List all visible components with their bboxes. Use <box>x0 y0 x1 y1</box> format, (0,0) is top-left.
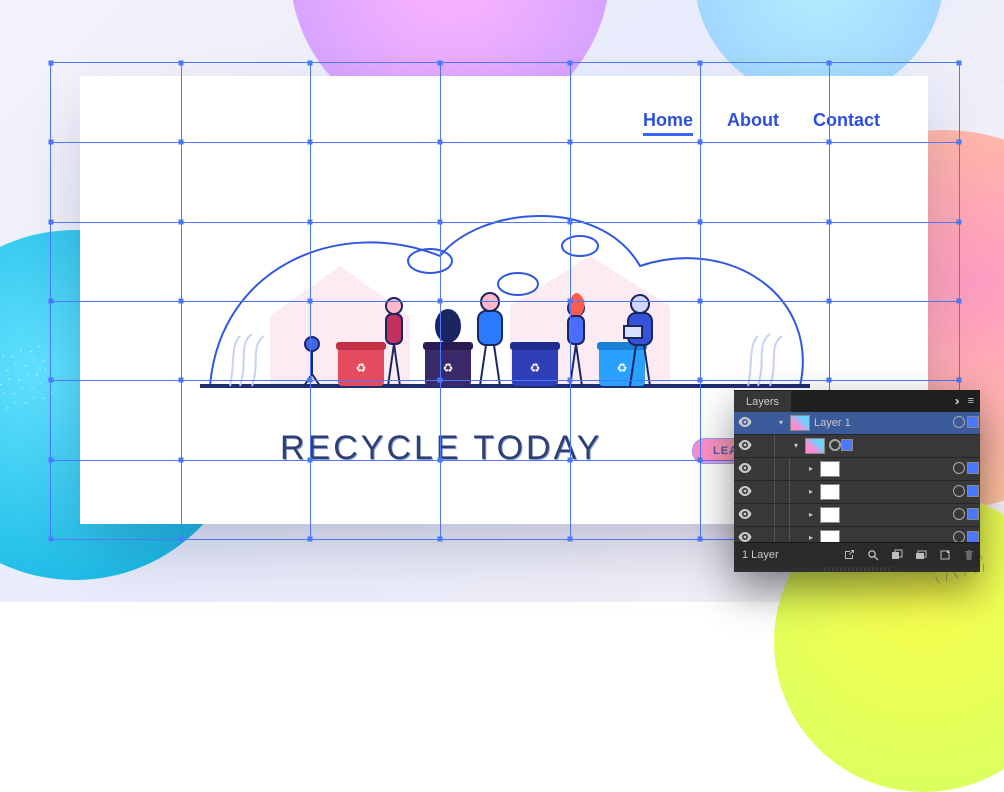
layer-name[interactable] <box>829 439 980 454</box>
export-icon[interactable] <box>842 548 856 562</box>
target-icon[interactable] <box>952 416 966 431</box>
selection-indicator[interactable] <box>966 416 980 431</box>
layers-panel[interactable]: Layers ›› ≡ ▾ Layer 1 ▾ ▸ ▸ ▸ ▸ 1 Layer <box>734 390 980 572</box>
target-icon[interactable] <box>952 485 966 500</box>
layer-thumbnail[interactable] <box>820 507 840 523</box>
target-icon[interactable] <box>829 442 841 454</box>
layer-row[interactable]: ▸ <box>734 458 980 481</box>
layer-row[interactable]: ▸ <box>734 481 980 504</box>
svg-text:♻: ♻ <box>356 361 367 375</box>
nav-link-about[interactable]: About <box>727 110 779 136</box>
layer-thumbnail[interactable] <box>820 461 840 477</box>
layer-count-label: 1 Layer <box>738 549 779 561</box>
panel-tabbar[interactable]: Layers ›› ≡ <box>734 390 980 412</box>
selection-indicator[interactable] <box>966 462 980 477</box>
disclosure-triangle-icon[interactable]: ▾ <box>789 441 803 450</box>
visibility-toggle-icon[interactable] <box>734 440 756 453</box>
disclosure-triangle-icon[interactable]: ▸ <box>804 487 818 496</box>
panel-footer: 1 Layer <box>734 542 980 567</box>
visibility-toggle-icon[interactable] <box>734 417 756 430</box>
layer-thumbnail[interactable] <box>820 530 840 542</box>
new-sublayer-icon[interactable] <box>914 548 928 562</box>
panel-resize-grip[interactable] <box>824 567 890 572</box>
layer-row[interactable]: ▾ Layer 1 <box>734 412 980 435</box>
nav-link-contact[interactable]: Contact <box>813 110 880 136</box>
layer-name[interactable]: Layer 1 <box>814 417 952 429</box>
selection-indicator[interactable] <box>966 531 980 543</box>
bg-confetti: ' - ' - ' - ' - ' - ' - ' - ' <box>967 55 1004 101</box>
panel-menu-icon[interactable]: ≡ <box>962 391 980 411</box>
hero-illustration: ♻ ♻ ♻ ♻ <box>80 146 928 392</box>
disclosure-triangle-icon[interactable]: ▾ <box>774 418 788 427</box>
target-icon[interactable] <box>952 508 966 523</box>
panel-tab-layers[interactable]: Layers <box>734 391 791 412</box>
svg-text:♻: ♻ <box>443 361 454 375</box>
locate-object-icon[interactable] <box>866 548 880 562</box>
expand-panel-icon[interactable]: ›› <box>950 390 962 412</box>
visibility-toggle-icon[interactable] <box>734 463 756 476</box>
disclosure-triangle-icon[interactable]: ▸ <box>804 533 818 542</box>
make-clipping-mask-icon[interactable] <box>890 548 904 562</box>
layer-thumbnail[interactable] <box>790 415 810 431</box>
selection-indicator[interactable] <box>841 442 853 454</box>
layer-rows: ▾ Layer 1 ▾ ▸ ▸ ▸ ▸ <box>734 412 980 542</box>
nav-bar: Home About Contact <box>643 110 880 136</box>
hero-headline: RECYCLE TODAY <box>280 429 602 468</box>
disclosure-triangle-icon[interactable]: ▸ <box>804 510 818 519</box>
layer-row[interactable]: ▸ <box>734 527 980 542</box>
layer-thumbnail[interactable] <box>820 484 840 500</box>
visibility-toggle-icon[interactable] <box>734 509 756 522</box>
recycle-scene-svg: ♻ ♻ ♻ ♻ <box>80 146 928 392</box>
selection-indicator[interactable] <box>966 508 980 523</box>
nav-link-home[interactable]: Home <box>643 110 693 136</box>
layer-row[interactable]: ▾ <box>734 435 980 458</box>
disclosure-triangle-icon[interactable]: ▸ <box>804 464 818 473</box>
layer-row[interactable]: ▸ <box>734 504 980 527</box>
svg-text:♻: ♻ <box>530 361 541 375</box>
target-icon[interactable] <box>952 462 966 477</box>
svg-text:♻: ♻ <box>617 361 628 375</box>
delete-layer-icon[interactable] <box>962 548 976 562</box>
selection-indicator[interactable] <box>966 485 980 500</box>
visibility-toggle-icon[interactable] <box>734 532 756 543</box>
new-layer-icon[interactable] <box>938 548 952 562</box>
visibility-toggle-icon[interactable] <box>734 486 756 499</box>
target-icon[interactable] <box>952 531 966 543</box>
layer-thumbnail[interactable] <box>805 438 825 454</box>
